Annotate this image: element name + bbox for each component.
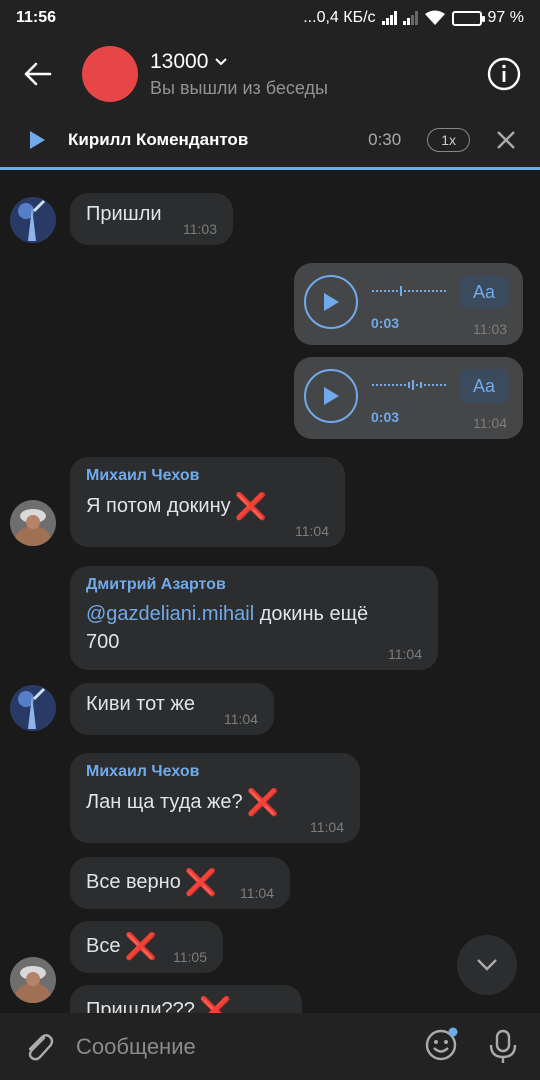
chevron-down-icon	[477, 959, 497, 971]
sender-name[interactable]: Михаил Чехов	[86, 467, 329, 485]
waveform-icon	[372, 286, 446, 296]
message-list[interactable]: Пришли 11:03 0:03 Aa 11:03 0:03 Aa 11:04	[0, 173, 540, 1013]
status-time: 11:56	[16, 9, 57, 26]
player-duration: 0:30	[368, 129, 402, 149]
chevron-down-icon	[215, 57, 228, 65]
voice-duration: 0:03	[371, 315, 400, 331]
message-text: Все	[86, 935, 121, 957]
avatar[interactable]	[10, 957, 56, 1003]
back-button[interactable]	[0, 36, 76, 112]
message-time: 11:04	[473, 415, 507, 431]
chat-avatar[interactable]	[82, 46, 138, 102]
voice-play-button[interactable]	[304, 369, 358, 423]
voice-play-button[interactable]	[304, 275, 358, 329]
avatar[interactable]	[10, 197, 56, 243]
message-bubble[interactable]: Все верно ❌ 11:04	[70, 857, 290, 909]
avatar[interactable]	[10, 685, 56, 731]
sender-name[interactable]: Михаил Чехов	[86, 763, 344, 781]
sender-name[interactable]: Дмитрий Азартов	[86, 576, 422, 594]
network-speed: ...0,4 КБ/с	[303, 9, 376, 26]
message-input-bar: Сообщение	[0, 1013, 540, 1080]
message-time: 11:03	[183, 221, 217, 237]
message-bubble[interactable]: Михаил Чехов Лан ща туда же? ❌ 11:04	[70, 753, 360, 843]
message-time: 11:04	[310, 819, 344, 835]
signal-icon	[381, 11, 397, 25]
message-time: 11:03	[473, 321, 507, 337]
status-icons: ...0,4 КБ/с 97 %	[303, 9, 524, 27]
message-time: 11:04	[240, 885, 274, 901]
arrow-left-icon	[24, 62, 52, 86]
info-button[interactable]	[486, 56, 522, 92]
info-icon	[487, 57, 521, 91]
cross-mark-emoji: ❌	[184, 867, 218, 897]
status-bar: 11:56 ...0,4 КБ/с 97 %	[0, 0, 540, 36]
close-icon[interactable]	[496, 130, 516, 150]
message-bubble[interactable]: Михаил Чехов Я потом докину ❌ 11:04	[70, 457, 345, 547]
message-bubble[interactable]: Все ❌ 11:05	[70, 921, 223, 973]
mention-link[interactable]: @gazdeliani.mihail	[86, 603, 254, 625]
play-icon	[324, 387, 339, 405]
cross-mark-emoji: ❌	[124, 931, 157, 961]
message-body: @gazdeliani.mihail докинь ещё 700	[86, 600, 406, 656]
message-text: Я потом докину	[86, 495, 231, 517]
battery-percent: 97 %	[487, 9, 524, 26]
chat-subtitle: Вы вышли из беседы	[150, 77, 328, 98]
play-icon[interactable]	[28, 130, 46, 150]
message-bubble[interactable]: Киви тот же 11:04	[70, 683, 274, 735]
cross-mark-emoji: ❌	[246, 787, 280, 817]
player-author[interactable]: Кирилл Комендантов	[68, 130, 248, 150]
message-bubble[interactable]: Дмитрий Азартов @gazdeliani.mihail докин…	[70, 566, 438, 670]
message-text: Пришли???	[86, 999, 195, 1013]
emoji-button[interactable]	[424, 1026, 460, 1067]
message-text: Все верно	[86, 871, 181, 893]
chat-title-block[interactable]: 13000 Вы вышли из беседы	[150, 50, 328, 99]
audio-player-bar: Кирилл Комендантов 0:30 1x	[0, 112, 540, 170]
battery-icon	[451, 10, 485, 26]
wifi-icon	[424, 10, 445, 25]
chat-title-text: 13000	[150, 49, 209, 73]
scroll-down-button[interactable]	[457, 935, 517, 995]
chat-header: 13000 Вы вышли из беседы	[0, 36, 540, 112]
avatar[interactable]	[10, 500, 56, 546]
transcribe-button[interactable]: Aa	[459, 369, 509, 403]
signal-2-icon	[402, 11, 418, 25]
waveform-icon	[372, 380, 446, 390]
voice-message[interactable]: 0:03 Aa 11:04	[294, 357, 523, 439]
voice-message[interactable]: 0:03 Aa 11:03	[294, 263, 523, 345]
transcribe-button[interactable]: Aa	[459, 275, 509, 309]
voice-duration: 0:03	[371, 409, 400, 425]
message-time: 11:04	[224, 711, 258, 727]
message-bubble[interactable]: Пришли??? ❌	[70, 985, 302, 1013]
message-text: Пришли	[86, 203, 162, 225]
cross-mark-emoji: ❌	[234, 491, 268, 521]
paperclip-icon[interactable]	[22, 1030, 56, 1064]
message-bubble[interactable]: Пришли 11:03	[70, 193, 233, 245]
message-text: Лан ща туда же?	[86, 791, 243, 813]
message-time: 11:04	[295, 523, 329, 539]
message-time: 11:04	[388, 646, 422, 662]
playback-speed-button[interactable]: 1x	[427, 127, 470, 152]
chat-title: 13000	[150, 50, 328, 74]
message-input[interactable]: Сообщение	[76, 1034, 196, 1060]
message-text: Киви тот же	[86, 693, 196, 715]
message-time: 11:05	[173, 949, 207, 965]
cross-mark-emoji: ❌	[198, 995, 232, 1013]
play-icon	[324, 293, 339, 311]
smile-icon	[425, 1027, 458, 1061]
microphone-icon[interactable]	[488, 1029, 518, 1065]
